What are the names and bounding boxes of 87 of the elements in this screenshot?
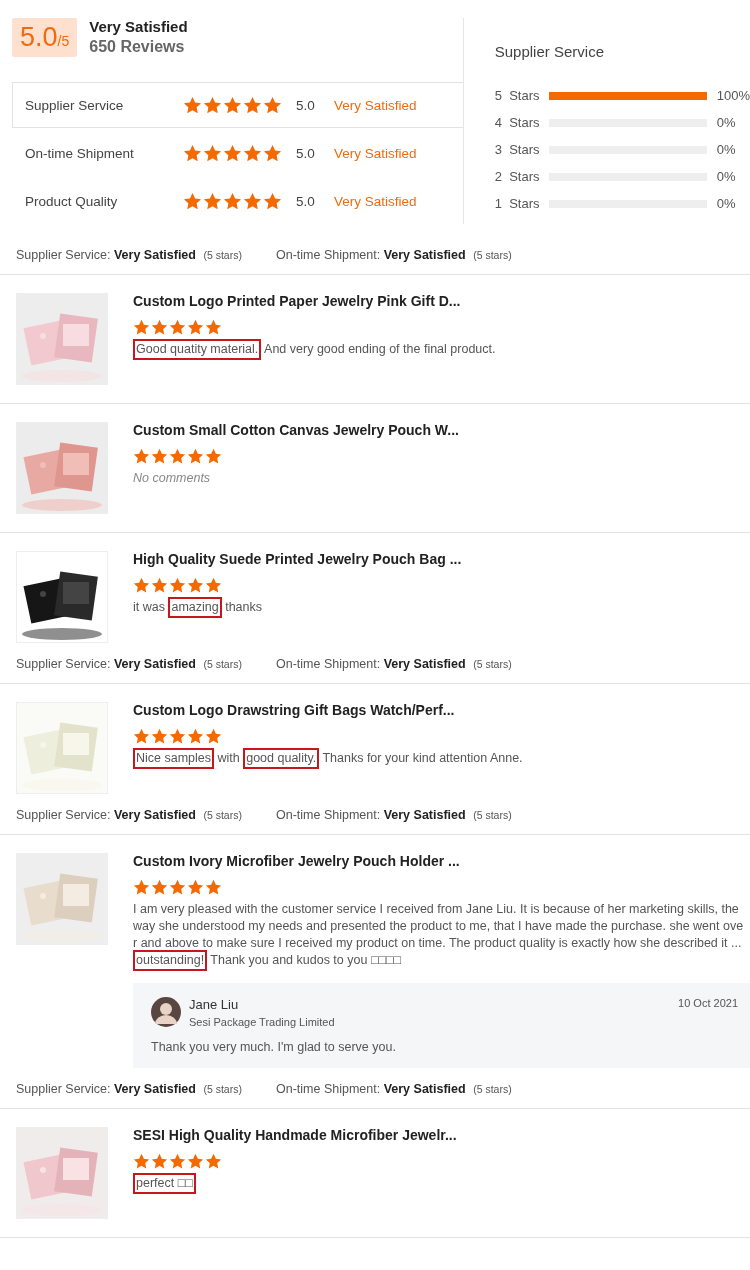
percent-label: 0% xyxy=(716,142,736,157)
star-icon xyxy=(169,319,186,336)
score-badge: 5.0/5 xyxy=(12,18,78,57)
star-icon xyxy=(133,319,150,336)
star-icon xyxy=(133,577,150,594)
review-comment: Good quatity material. And very good ending of the final product. xyxy=(133,341,746,358)
star-icon xyxy=(151,879,168,896)
star-icon xyxy=(223,191,242,211)
percent-label: 0% xyxy=(716,196,736,211)
product-title[interactable]: SESI High Quality Handmade Microfiber Jewelr... xyxy=(133,1127,746,1143)
avatar-icon xyxy=(151,997,181,1027)
star-icon xyxy=(263,191,282,211)
reply-date: 10 Oct 2021 xyxy=(678,997,738,1009)
rating-summary: On-time Shipment: Very Satisfied (5 stars) xyxy=(275,657,512,671)
star-level-label: 5 Stars xyxy=(494,88,541,103)
rating-summary: Supplier Service: Very Satisfied (5 stars) xyxy=(16,248,242,262)
star-icon xyxy=(151,1153,168,1170)
company-name: Sesi Package Trading Limited xyxy=(189,1016,336,1028)
rating-tab[interactable]: Supplier Service 5.0 Very Satisfied xyxy=(12,82,463,128)
star-icon xyxy=(169,879,186,896)
star-icon xyxy=(187,1153,204,1170)
rating-summary: On-time Shipment: Very Satisfied (5 stars) xyxy=(275,248,512,262)
star-icon xyxy=(133,448,150,465)
review-comment: Nice samples with good quality. Thanks for your kind attention Anne. xyxy=(133,750,746,767)
star-icon xyxy=(151,448,168,465)
review-comment: it was amazing thanks xyxy=(133,599,746,616)
star-icon xyxy=(243,191,262,211)
star-level-label: 1 Stars xyxy=(494,196,541,211)
star-icon xyxy=(169,728,186,745)
star-icon xyxy=(187,319,204,336)
star-icon xyxy=(183,95,202,115)
star-icon xyxy=(187,448,204,465)
star-level-label: 3 Stars xyxy=(494,142,541,157)
replier-name: Jane Liu xyxy=(189,997,240,1012)
review-comment: No comments xyxy=(133,470,212,487)
star-icon xyxy=(223,143,242,163)
star-level-label: 2 Stars xyxy=(494,169,541,184)
rating-tab[interactable]: On-time Shipment 5.0 Very Satisfied xyxy=(12,130,463,176)
percent-label: 0% xyxy=(716,115,736,130)
rating-summary: Supplier Service: Very Satisfied (5 stars) xyxy=(16,657,242,671)
star-icon xyxy=(187,879,204,896)
star-icon xyxy=(183,191,202,211)
star-icon xyxy=(169,1153,186,1170)
star-icon xyxy=(263,95,282,115)
star-icon xyxy=(243,95,262,115)
star-icon xyxy=(205,319,222,336)
star-icon xyxy=(187,728,204,745)
star-level-label: 4 Stars xyxy=(494,115,541,130)
star-icon xyxy=(223,95,242,115)
product-title[interactable]: High Quality Suede Printed Jewelry Pouch Bag ... xyxy=(133,551,746,567)
star-icon xyxy=(133,879,150,896)
star-icon xyxy=(151,728,168,745)
review-comment: perfect □□ xyxy=(133,1175,746,1192)
rating-tab[interactable]: Product Quality 5.0 Very Satisfied xyxy=(12,178,463,224)
rating-summary: On-time Shipment: Very Satisfied (5 stars) xyxy=(275,808,512,822)
star-icon xyxy=(203,95,222,115)
breakdown-title: Supplier Service xyxy=(494,43,605,60)
star-icon xyxy=(133,728,150,745)
percent-label: 100% xyxy=(716,88,750,103)
star-icon xyxy=(183,143,202,163)
star-icon xyxy=(169,448,186,465)
star-icon xyxy=(151,319,168,336)
star-icon xyxy=(203,191,222,211)
reply-text: Thank you very much. I'm glad to serve you. xyxy=(151,1040,397,1054)
review-count: 650 Reviews xyxy=(89,38,186,56)
star-icon xyxy=(205,448,222,465)
star-icon xyxy=(169,577,186,594)
product-title[interactable]: Custom Logo Printed Paper Jewelry Pink Gift D... xyxy=(133,293,746,309)
product-title[interactable]: Custom Ivory Microfiber Jewelry Pouch Holder ... xyxy=(133,853,746,869)
star-icon xyxy=(263,143,282,163)
star-icon xyxy=(205,879,222,896)
product-title[interactable]: Custom Small Cotton Canvas Jewelry Pouch W... xyxy=(133,422,746,438)
rating-summary: Supplier Service: Very Satisfied (5 stars) xyxy=(16,808,242,822)
star-icon xyxy=(205,728,222,745)
star-icon xyxy=(205,1153,222,1170)
star-icon xyxy=(133,1153,150,1170)
satisfaction-label: Very Satisfied xyxy=(89,18,188,35)
review-comment: I am very pleased with the customer service I received from Jane Liu. It is because of her marketing skills, the way she understood my needs and presented the product to me, that I have made the purchase. she went over and above to make sure I received my product on time. The product quality is exactly how she described it ... outstanding! Thank you and kudos to you □□□□ xyxy=(133,901,746,969)
star-icon xyxy=(187,577,204,594)
star-icon xyxy=(151,577,168,594)
rating-summary: Supplier Service: Very Satisfied (5 stars) xyxy=(16,1082,242,1096)
product-title[interactable]: Custom Logo Drawstring Gift Bags Watch/Perf... xyxy=(133,702,746,718)
star-icon xyxy=(205,577,222,594)
star-icon xyxy=(243,143,262,163)
rating-summary: On-time Shipment: Very Satisfied (5 stars) xyxy=(275,1082,512,1096)
star-icon xyxy=(203,143,222,163)
percent-label: 0% xyxy=(716,169,736,184)
